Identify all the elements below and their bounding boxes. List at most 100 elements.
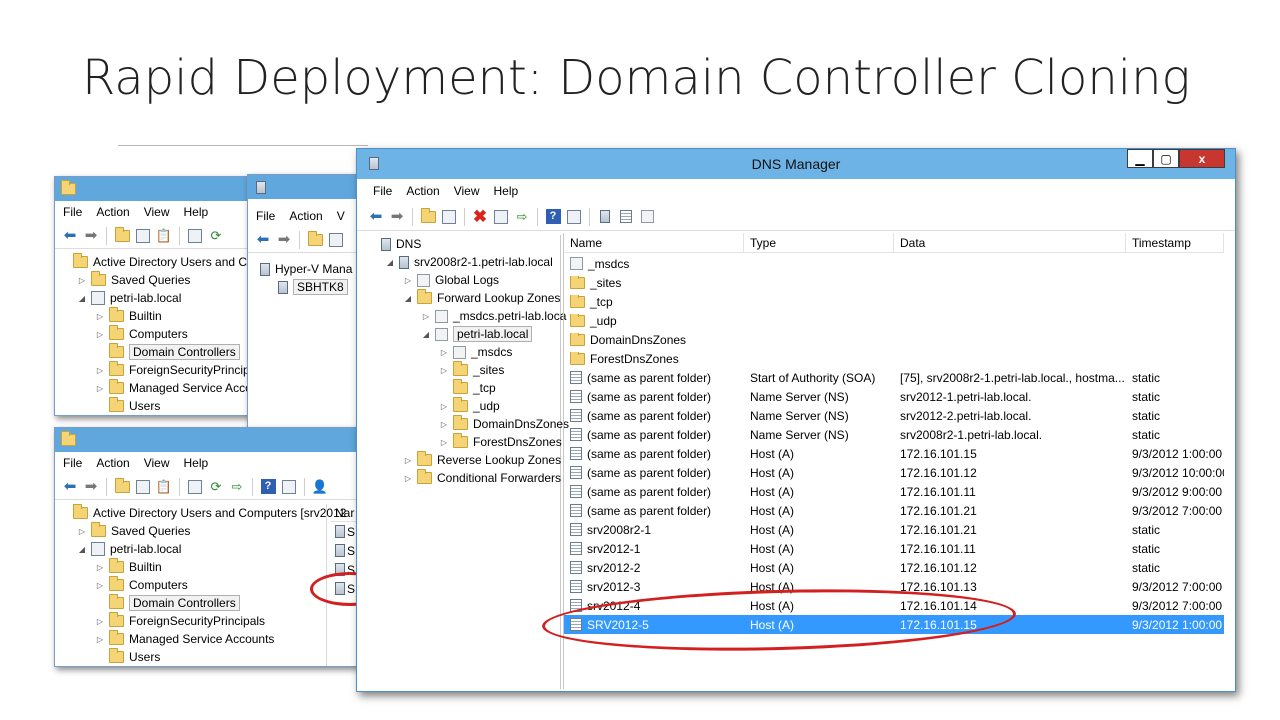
up-folder-icon[interactable] [113, 477, 131, 496]
expanded-arrow-icon[interactable]: ◢ [403, 294, 413, 303]
tree-item[interactable]: ▷ _msdcs.petri-lab.loca [421, 307, 566, 325]
menu-file[interactable]: File [63, 456, 82, 470]
record-row[interactable]: srv2008r2-1 Host (A) 172.16.101.21 static [564, 520, 1224, 539]
clipboard-icon[interactable]: 📋 [155, 227, 173, 245]
collapsed-arrow-icon[interactable]: ▷ [439, 438, 449, 447]
tree-item[interactable]: ▷ Managed Service Accounts [95, 630, 274, 648]
record-row[interactable]: (same as parent folder) Name Server (NS) s… [564, 387, 1224, 406]
refresh-icon[interactable]: ⟳ [207, 478, 225, 496]
menu-action[interactable]: Action [406, 184, 439, 198]
record-row[interactable]: srv2012-1 Host (A) 172.16.101.11 static [564, 539, 1224, 558]
collapsed-arrow-icon[interactable]: ▷ [77, 276, 87, 285]
tree-item[interactable]: ▷ Builtin [95, 558, 162, 576]
tree-item[interactable]: ▷ Managed Service Accou [95, 379, 258, 397]
collapsed-arrow-icon[interactable]: ▷ [439, 366, 449, 375]
record-row[interactable]: (same as parent folder) Host (A) 172.16.10… [564, 501, 1224, 520]
tree-item-hyperv-manager[interactable]: Hyper-V Mana [260, 260, 352, 278]
collapsed-arrow-icon[interactable]: ▷ [95, 617, 105, 626]
collapsed-arrow-icon[interactable]: ▷ [439, 348, 449, 357]
record-row[interactable]: (same as parent folder) Name Server (NS) s… [564, 406, 1224, 425]
tree-item[interactable]: ◢ petri-lab.local [77, 540, 181, 558]
menu-action[interactable]: Action [96, 205, 129, 219]
maximize-button[interactable]: ▢ [1153, 149, 1179, 168]
tree-item[interactable]: _tcp [439, 379, 496, 397]
menu-help[interactable]: Help [184, 456, 209, 470]
tree-item[interactable]: Domain Controllers [95, 343, 240, 361]
column-header-timestamp[interactable]: Timestamp [1126, 233, 1224, 252]
dns-titlebar[interactable]: DNS Manager ▁ ▢ x [357, 149, 1235, 179]
tree-item[interactable]: Active Directory Users and Com [59, 253, 264, 271]
expanded-arrow-icon[interactable]: ◢ [421, 330, 431, 339]
tree-item[interactable]: ▷ ForestDnsZones [439, 433, 562, 451]
expanded-arrow-icon[interactable]: ◢ [77, 294, 87, 303]
column-header-name[interactable]: Name [564, 233, 744, 252]
back-arrow-icon[interactable]: ⬅ [61, 478, 79, 496]
tree-item[interactable]: ▷ _sites [439, 361, 504, 379]
collapsed-arrow-icon[interactable]: ▷ [95, 563, 105, 572]
tree-item[interactable]: ◢ Forward Lookup Zones [403, 289, 560, 307]
action-pane-icon[interactable] [280, 478, 298, 496]
server-icon[interactable] [596, 208, 614, 226]
up-folder-icon[interactable] [113, 226, 131, 245]
collapsed-arrow-icon[interactable]: ▷ [403, 456, 413, 465]
record-row[interactable]: (same as parent folder) Start of Authorit… [564, 368, 1224, 387]
menu-file[interactable]: File [373, 184, 392, 198]
collapsed-arrow-icon[interactable]: ▷ [95, 384, 105, 393]
menu-view[interactable]: View [144, 205, 170, 219]
menu-file[interactable]: File [63, 205, 82, 219]
collapsed-arrow-icon[interactable]: ▷ [95, 366, 105, 375]
clipboard-icon[interactable]: 📋 [155, 478, 173, 496]
show-tree-icon[interactable] [134, 227, 152, 245]
collapsed-arrow-icon[interactable]: ▷ [403, 276, 413, 285]
record-row[interactable]: _udp [564, 311, 1224, 330]
tree-item[interactable]: ▷ ForeignSecurityPrincipal [95, 361, 259, 379]
menu-file[interactable]: File [256, 209, 275, 223]
forward-arrow-icon[interactable]: ➡ [388, 208, 406, 226]
tree-item[interactable]: ▷ DomainDnsZones [439, 415, 569, 433]
record-row[interactable]: _sites [564, 273, 1224, 292]
record-row[interactable]: ForestDnsZones [564, 349, 1224, 368]
tree-item[interactable]: ▷ Computers [95, 576, 188, 594]
menu-view[interactable]: V [337, 209, 345, 223]
tree-item-host[interactable]: SBHTK8 [278, 278, 348, 296]
tree-item[interactable]: ▷ _udp [439, 397, 500, 415]
tree-item[interactable]: ◢ petri-lab.local [77, 289, 181, 307]
forward-arrow-icon[interactable]: ➡ [82, 227, 100, 245]
tree-item[interactable]: ▷ Saved Queries [77, 522, 190, 540]
properties-icon[interactable] [186, 478, 204, 496]
column-header-data[interactable]: Data [894, 233, 1126, 252]
column-header-type[interactable]: Type [744, 233, 894, 252]
show-tree-icon[interactable] [440, 208, 458, 226]
delete-icon[interactable]: ✖ [471, 208, 489, 226]
record-row[interactable]: srv2012-2 Host (A) 172.16.101.12 static [564, 558, 1224, 577]
menu-help[interactable]: Help [494, 184, 519, 198]
record-row[interactable]: (same as parent folder) Host (A) 172.16.10… [564, 463, 1224, 482]
back-arrow-icon[interactable]: ⬅ [61, 227, 79, 245]
close-button[interactable]: x [1179, 149, 1225, 168]
collapsed-arrow-icon[interactable]: ▷ [439, 420, 449, 429]
back-arrow-icon[interactable]: ⬅ [254, 231, 272, 249]
tree-item[interactable]: ▷ ForeignSecurityPrincipals [95, 612, 265, 630]
forward-arrow-icon[interactable]: ➡ [82, 478, 100, 496]
tree-item[interactable]: ◢ petri-lab.local [421, 325, 533, 343]
export-icon[interactable]: ⇨ [228, 478, 246, 496]
tree-item[interactable]: Users [95, 397, 160, 415]
collapsed-arrow-icon[interactable]: ▷ [77, 527, 87, 536]
menu-action[interactable]: Action [96, 456, 129, 470]
record-row[interactable]: _tcp [564, 292, 1224, 311]
properties-icon[interactable] [492, 208, 510, 226]
menu-action[interactable]: Action [289, 209, 322, 223]
export-icon[interactable]: ⇨ [513, 208, 531, 226]
aduc-window-bottom[interactable]: File Action View Help ⬅ ➡ 📋 ⟳ ⇨ ? 👤 Acti… [54, 427, 374, 667]
up-folder-icon[interactable] [306, 230, 324, 249]
record-row[interactable]: (same as parent folder) Host (A) 172.16.10… [564, 482, 1224, 501]
back-arrow-icon[interactable]: ⬅ [367, 208, 385, 226]
expanded-arrow-icon[interactable]: ◢ [77, 545, 87, 554]
tree-item[interactable]: Active Directory Users and Computers [sr… [59, 504, 346, 522]
collapsed-arrow-icon[interactable]: ▷ [439, 402, 449, 411]
records-icon[interactable] [638, 208, 656, 226]
collapsed-arrow-icon[interactable]: ▷ [95, 581, 105, 590]
collapsed-arrow-icon[interactable]: ▷ [403, 474, 413, 483]
minimize-button[interactable]: ▁ [1127, 149, 1153, 168]
tree-item[interactable]: ▷ Conditional Forwarders [403, 469, 561, 487]
